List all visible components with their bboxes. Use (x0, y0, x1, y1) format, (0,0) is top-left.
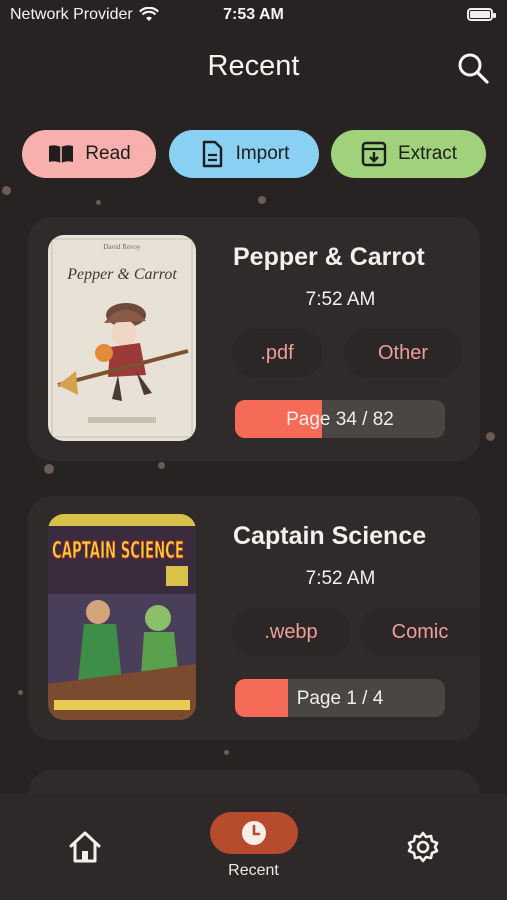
category-tag[interactable]: Other (344, 329, 462, 377)
category-tag[interactable]: Comic (360, 608, 480, 656)
import-label: Import (235, 143, 290, 164)
page-title: Recent (207, 50, 300, 82)
tab-recent[interactable] (210, 812, 298, 854)
cover-title: Pepper & Carrot (66, 266, 177, 283)
reading-progress: Page 1 / 4 (235, 679, 445, 717)
dot (486, 432, 495, 441)
book-card[interactable]: CAPTAIN SCIENCE Captain Science 7:52 AM … (28, 496, 480, 740)
document-icon (202, 140, 222, 168)
action-bar: Read Import Extract (22, 130, 486, 178)
clock-icon (242, 821, 266, 845)
book-time: 7:52 AM (305, 568, 376, 589)
progress-label: Page 1 / 4 (296, 688, 384, 709)
progress-label: Page 34 / 82 (286, 409, 394, 430)
extract-label: Extract (397, 143, 458, 164)
gear-icon[interactable] (404, 828, 442, 866)
book-cover: CAPTAIN SCIENCE (48, 514, 196, 720)
archive-download-icon (361, 141, 387, 167)
format-tag[interactable]: .pdf (232, 329, 322, 377)
dot (2, 186, 11, 195)
home-icon[interactable] (66, 828, 104, 866)
tab-bar: Recent (0, 794, 507, 900)
book-title: Pepper & Carrot (233, 243, 425, 271)
book-cover: Pepper & Carrot David Revoy (48, 235, 196, 441)
reading-progress: Page 34 / 82 (235, 400, 445, 438)
search-icon[interactable] (455, 50, 491, 86)
extract-button[interactable]: Extract (331, 130, 486, 178)
dot (258, 196, 266, 204)
dot (158, 462, 165, 469)
book-icon (49, 145, 74, 163)
book-time: 7:52 AM (305, 289, 376, 310)
dot (44, 464, 54, 474)
read-button[interactable]: Read (22, 130, 156, 178)
cover-illustration: CAPTAIN SCIENCE (48, 514, 196, 720)
dot (96, 200, 101, 205)
cover-illustration: Pepper & Carrot David Revoy (48, 235, 196, 441)
dot (224, 750, 229, 755)
book-title: Captain Science (233, 522, 427, 550)
header: Recent (0, 40, 507, 96)
import-button[interactable]: Import (168, 130, 319, 178)
read-label: Read (85, 143, 131, 164)
status-bar: Network Provider 7:53 AM (0, 0, 507, 30)
dot (18, 690, 23, 695)
battery-icon (467, 8, 496, 21)
cover-title: CAPTAIN SCIENCE (52, 538, 184, 564)
status-time: 7:53 AM (223, 6, 284, 23)
book-card[interactable]: Pepper & Carrot David Revoy Pepper & Car… (28, 217, 480, 461)
cover-author: David Revoy (103, 243, 141, 251)
format-tag[interactable]: .webp (232, 608, 350, 656)
